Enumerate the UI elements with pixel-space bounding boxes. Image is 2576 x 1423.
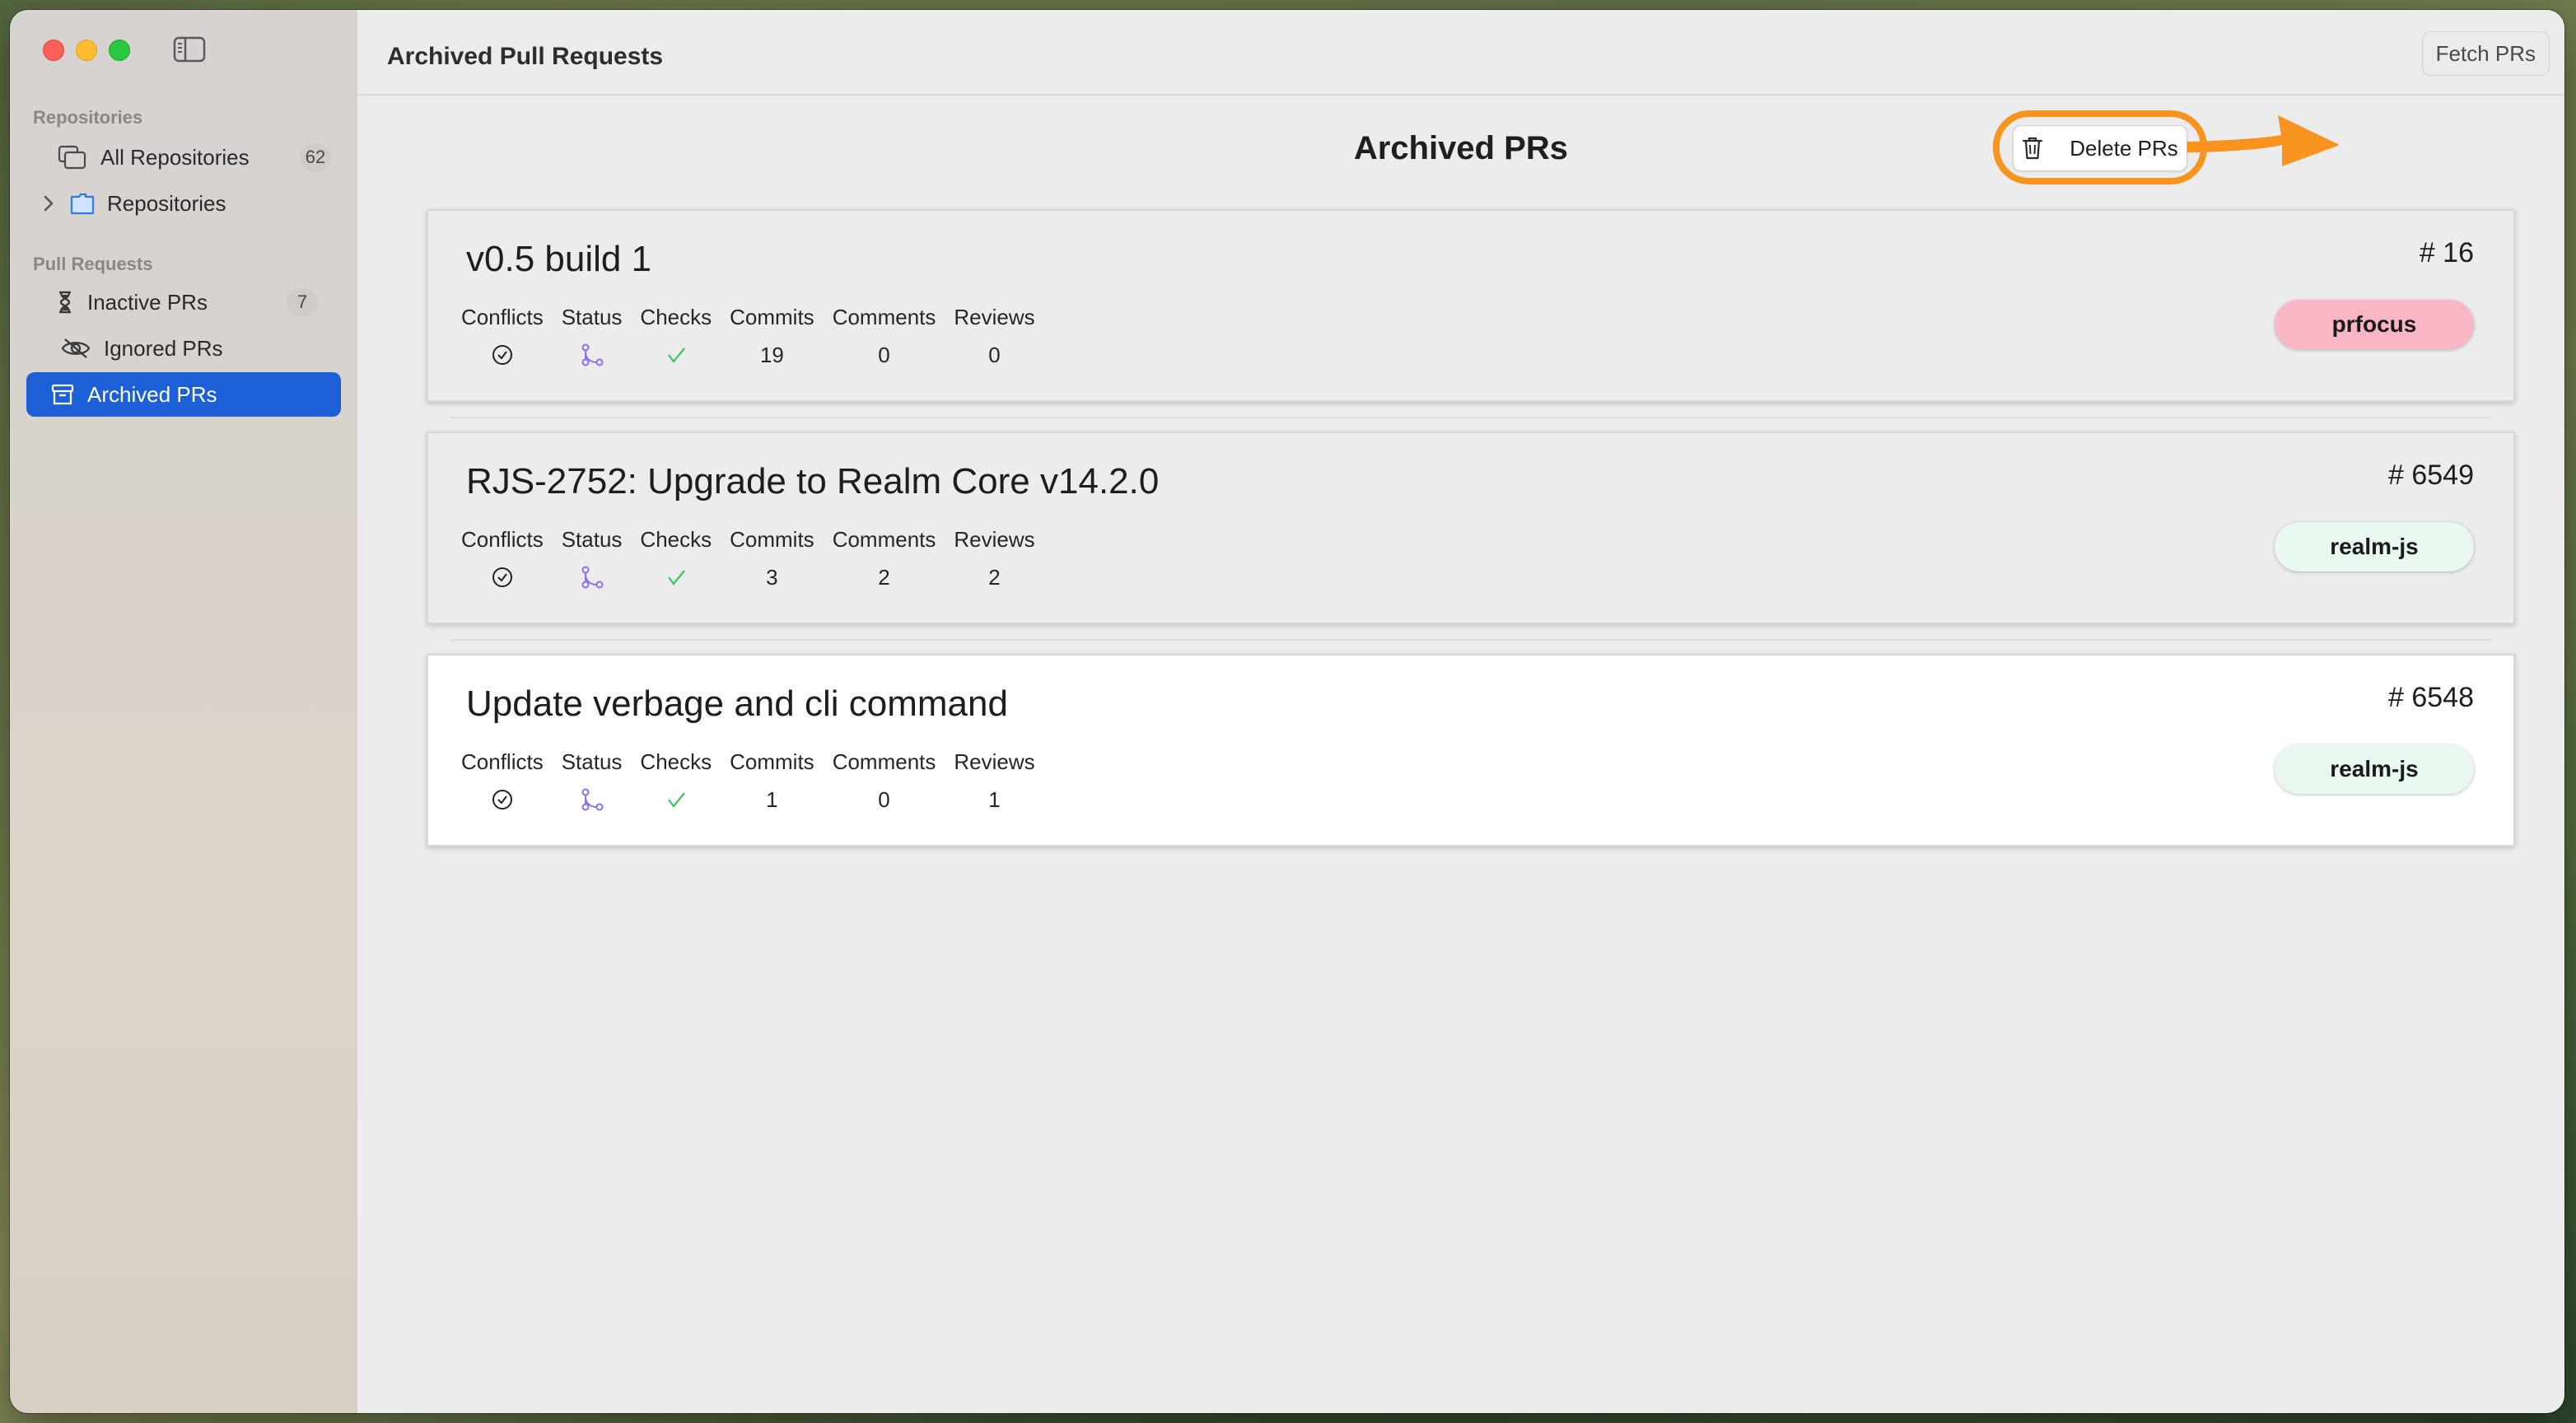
window-title: Archived Pull Requests xyxy=(387,43,664,70)
stat-status: Status xyxy=(562,749,622,813)
sidebar-item-label: Repositories xyxy=(107,190,226,216)
checkmark-icon xyxy=(665,342,687,368)
stat-checks: Checks xyxy=(640,749,712,813)
count-badge: 7 xyxy=(287,288,318,316)
stat-checks: Checks xyxy=(640,527,712,590)
stacked-windows-icon xyxy=(58,142,87,172)
section-pull-requests: Pull Requests xyxy=(33,254,153,274)
app-window: Repositories All Repositories 62 Reposit… xyxy=(10,10,2564,1413)
chevron-right-icon[interactable] xyxy=(43,194,59,212)
section-repositories: Repositories xyxy=(33,107,143,128)
pr-stats: Conflicts Status Checks xyxy=(461,749,1053,813)
fetch-prs-button[interactable]: Fetch PRs xyxy=(2421,31,2550,76)
pr-title: RJS-2752: Upgrade to Realm Core v14.2.0 xyxy=(466,461,1160,502)
branch-merge-icon xyxy=(580,564,604,590)
pr-card[interactable]: Update verbage and cli command # 6548 Co… xyxy=(427,654,2515,847)
trash-icon xyxy=(2022,136,2056,161)
stat-conflicts: Conflicts xyxy=(461,305,544,368)
sidebar-item-label: All Repositories xyxy=(100,144,250,170)
pr-stats: Conflicts Status Checks xyxy=(461,305,1053,368)
branch-merge-icon xyxy=(580,786,604,813)
branch-merge-icon xyxy=(580,342,604,368)
checkmark-icon xyxy=(665,786,687,813)
sidebar-item-label: Ignored PRs xyxy=(104,335,223,361)
delete-prs-button[interactable]: Delete PRs xyxy=(2013,125,2187,171)
sidebar-item-label: Inactive PRs xyxy=(87,289,208,315)
repo-badge[interactable]: prfocus xyxy=(2275,300,2474,349)
pr-title: v0.5 build 1 xyxy=(466,239,652,279)
pr-stats: Conflicts Status Checks xyxy=(461,527,1053,590)
minimize-window-button[interactable] xyxy=(76,40,97,61)
sidebar-item-ignored-prs[interactable]: Ignored PRs xyxy=(26,326,341,371)
repo-badge[interactable]: realm-js xyxy=(2275,744,2474,794)
stat-commits: Commits 1 xyxy=(730,749,814,812)
sidebar-item-archived-prs[interactable]: Archived PRs xyxy=(26,372,341,417)
sidebar-item-all-repositories[interactable]: All Repositories 62 xyxy=(26,135,341,180)
checkmark-circle-icon xyxy=(492,564,513,590)
main-content: Archived Pull Requests Fetch PRs Archive… xyxy=(357,10,2564,1413)
archive-box-icon xyxy=(51,380,74,409)
stat-conflicts: Conflicts xyxy=(461,749,544,813)
zoom-window-button[interactable] xyxy=(109,40,130,61)
divider xyxy=(450,639,2492,641)
sidebar-item-label: Archived PRs xyxy=(87,381,217,407)
sidebar-item-inactive-prs[interactable]: Inactive PRs 7 xyxy=(26,280,341,324)
checkmark-circle-icon xyxy=(492,342,513,368)
eye-slash-icon xyxy=(59,334,92,363)
hourglass-icon xyxy=(56,287,74,317)
folder-icon xyxy=(68,189,97,218)
divider xyxy=(450,417,2492,418)
sidebar: Repositories All Repositories 62 Reposit… xyxy=(10,10,359,1413)
pr-card[interactable]: v0.5 build 1 # 16 Conflicts Status Check… xyxy=(427,209,2515,402)
pr-number: # 6548 xyxy=(2388,682,2474,713)
stat-status: Status xyxy=(562,305,622,368)
checkmark-icon xyxy=(665,564,687,590)
sidebar-item-repositories[interactable]: Repositories xyxy=(26,181,341,226)
sidebar-toggle-icon[interactable] xyxy=(173,36,206,63)
stat-reviews: Reviews 2 xyxy=(954,527,1035,590)
stat-checks: Checks xyxy=(640,305,712,368)
stat-conflicts: Conflicts xyxy=(461,527,544,590)
stat-status: Status xyxy=(562,527,622,590)
stat-comments: Comments 0 xyxy=(832,305,936,367)
stat-commits: Commits 3 xyxy=(730,527,814,590)
pr-title: Update verbage and cli command xyxy=(466,684,1008,724)
stat-commits: Commits 19 xyxy=(730,305,814,367)
stat-comments: Comments 0 xyxy=(832,749,936,812)
count-badge: 62 xyxy=(300,143,331,171)
pr-number: # 6549 xyxy=(2388,460,2474,491)
stat-reviews: Reviews 1 xyxy=(954,749,1035,812)
delete-prs-label: Delete PRs xyxy=(2070,135,2178,161)
toolbar: Archived Pull Requests Fetch PRs xyxy=(357,10,2564,96)
pr-number: # 16 xyxy=(2419,237,2474,268)
checkmark-circle-icon xyxy=(492,786,513,813)
pr-card[interactable]: RJS-2752: Upgrade to Realm Core v14.2.0 … xyxy=(427,432,2515,624)
repo-badge[interactable]: realm-js xyxy=(2275,522,2474,572)
stat-comments: Comments 2 xyxy=(832,527,936,590)
stat-reviews: Reviews 0 xyxy=(954,305,1035,367)
close-window-button[interactable] xyxy=(43,40,64,61)
